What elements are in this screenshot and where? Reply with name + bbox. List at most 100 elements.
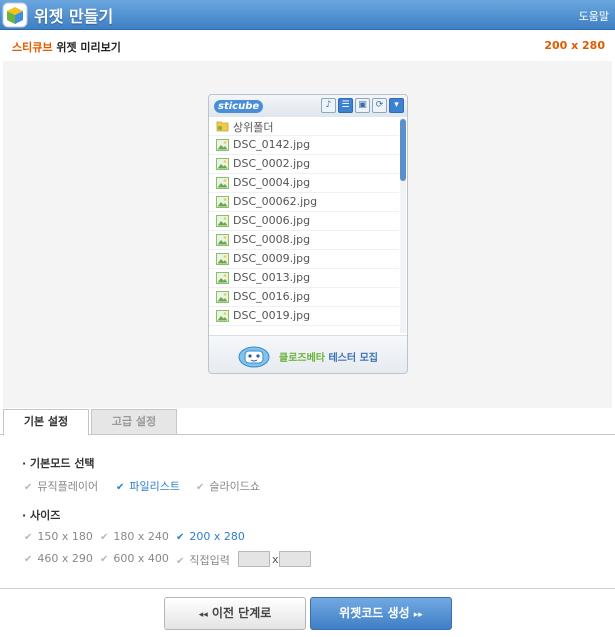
- image-file-icon: [216, 234, 229, 246]
- prev-step-label: 이전 단계로: [211, 606, 272, 620]
- settings-tabs: 기본 설정 고급 설정: [0, 408, 615, 436]
- parent-folder-row[interactable]: 상위폴더: [209, 117, 399, 136]
- folder-icon: [216, 121, 229, 132]
- check-icon: ✔: [176, 556, 185, 567]
- sticube-logo: sticube: [214, 100, 264, 113]
- mode-option-music[interactable]: ✔ 뮤직플레이어: [24, 478, 98, 494]
- size-option-label: 200 x 280: [189, 530, 245, 543]
- list-icon[interactable]: ☰: [338, 98, 353, 113]
- generate-code-button[interactable]: 위젯코드 생성 ▸▸: [310, 597, 452, 630]
- image-file-icon: [216, 177, 229, 189]
- slide-icon[interactable]: ▣: [355, 98, 370, 113]
- file-row[interactable]: DSC_0004.jpg: [209, 174, 399, 193]
- widget-footer: 클로즈베타 테스터 모집: [209, 335, 407, 373]
- size-option-200x280[interactable]: ✔ 200 x 280: [176, 530, 245, 543]
- file-row[interactable]: DSC_00062.jpg: [209, 193, 399, 212]
- preview-header: 스티큐브 위젯 미리보기 200 x 280: [0, 31, 615, 61]
- divider: [0, 588, 615, 589]
- music-icon[interactable]: ♪: [321, 98, 336, 113]
- check-icon: ✔: [24, 554, 33, 565]
- window-title: 위젯 만들기: [34, 7, 114, 26]
- file-row[interactable]: DSC_0142.jpg: [209, 136, 399, 155]
- size-option-label: 직접입력: [189, 554, 230, 567]
- widget-mode-buttons: ♪ ☰ ▣ ⟳ ▾: [321, 98, 404, 113]
- chevron-down-icon[interactable]: ▾: [389, 98, 404, 113]
- file-row[interactable]: DSC_0019.jpg: [209, 307, 399, 326]
- check-icon: ✔: [24, 532, 33, 543]
- check-icon: ✔: [100, 532, 109, 543]
- file-row[interactable]: DSC_0002.jpg: [209, 155, 399, 174]
- size-option-label: 600 x 400: [113, 552, 169, 565]
- file-name: DSC_0004.jpg: [233, 176, 311, 189]
- file-name: DSC_0019.jpg: [233, 309, 311, 322]
- double-chevron-left-icon: ◂◂: [198, 610, 208, 620]
- size-option-150x180[interactable]: ✔ 150 x 180: [24, 530, 93, 543]
- file-list: 상위폴더 DSC_0142.jpg DSC_0002.jpg DSC_0004.jp…: [209, 117, 407, 333]
- refresh-icon[interactable]: ⟳: [372, 98, 387, 113]
- file-name: DSC_0142.jpg: [233, 138, 311, 151]
- preview-area: sticube ♪ ☰ ▣ ⟳ ▾ 상위폴더 DSC_0142.jpg DSC_0…: [3, 61, 612, 408]
- widget-preview: sticube ♪ ☰ ▣ ⟳ ▾ 상위폴더 DSC_0142.jpg DSC_0…: [208, 94, 408, 374]
- scrollbar-thumb[interactable]: [400, 119, 406, 181]
- file-row[interactable]: DSC_0013.jpg: [209, 269, 399, 288]
- file-name: DSC_0002.jpg: [233, 157, 311, 170]
- size-option-180x240[interactable]: ✔ 180 x 240: [100, 530, 169, 543]
- widget-header: sticube ♪ ☰ ▣ ⟳ ▾: [209, 95, 407, 117]
- file-row[interactable]: DSC_0008.jpg: [209, 231, 399, 250]
- tab-basic-settings[interactable]: 기본 설정: [3, 409, 89, 436]
- file-name: DSC_0006.jpg: [233, 214, 311, 227]
- preview-size: 200 x 280: [544, 39, 605, 52]
- size-option-label: 150 x 180: [37, 530, 93, 543]
- custom-width-input[interactable]: [238, 551, 270, 567]
- mode-option-filelist-label: 파일리스트: [129, 480, 180, 493]
- footer-promo-green: 클로즈베타: [279, 353, 325, 364]
- preview-title: 스티큐브 위젯 미리보기: [12, 39, 121, 55]
- brand-name: 스티큐브: [12, 41, 53, 54]
- file-name: DSC_0008.jpg: [233, 233, 311, 246]
- mode-option-slideshow[interactable]: ✔ 슬라이드쇼: [196, 478, 260, 494]
- cube-icon: [2, 2, 28, 28]
- check-icon: ✔: [116, 482, 125, 493]
- image-file-icon: [216, 139, 229, 151]
- mode-section-label: · 기본모드 선택: [22, 457, 95, 470]
- file-name: DSC_0009.jpg: [233, 252, 311, 265]
- mode-option-music-label: 뮤직플레이어: [37, 480, 99, 493]
- check-icon: ✔: [100, 554, 109, 565]
- help-link[interactable]: 도움말: [579, 8, 609, 24]
- prev-step-button[interactable]: ◂◂ 이전 단계로: [164, 597, 306, 630]
- image-file-icon: [216, 196, 229, 208]
- file-name: DSC_0016.jpg: [233, 290, 311, 303]
- image-file-icon: [216, 310, 229, 322]
- custom-height-input[interactable]: [279, 551, 311, 567]
- image-file-icon: [216, 158, 229, 170]
- parent-folder-label: 상위폴더: [233, 121, 274, 134]
- preview-label: 위젯 미리보기: [56, 41, 121, 54]
- image-file-icon: [216, 215, 229, 227]
- size-option-460x290[interactable]: ✔ 460 x 290: [24, 552, 93, 565]
- file-row[interactable]: DSC_0016.jpg: [209, 288, 399, 307]
- title-bar: 위젯 만들기 도움말: [0, 0, 615, 30]
- mascot-icon: [238, 346, 270, 368]
- tab-advanced-settings[interactable]: 고급 설정: [91, 409, 177, 435]
- file-row[interactable]: DSC_0006.jpg: [209, 212, 399, 231]
- size-option-label: 460 x 290: [37, 552, 93, 565]
- custom-size-separator: x: [272, 553, 279, 566]
- size-option-600x400[interactable]: ✔ 600 x 400: [100, 552, 169, 565]
- footer-promo-blue: 테스터 모집: [325, 353, 378, 364]
- file-name: DSC_0013.jpg: [233, 271, 311, 284]
- image-file-icon: [216, 253, 229, 265]
- mode-option-filelist[interactable]: ✔ 파일리스트: [116, 478, 180, 494]
- size-section-label: · 사이즈: [22, 509, 61, 522]
- footer-promo[interactable]: 클로즈베타 테스터 모집: [279, 349, 378, 364]
- image-file-icon: [216, 291, 229, 303]
- file-row[interactable]: DSC_0009.jpg: [209, 250, 399, 269]
- image-file-icon: [216, 272, 229, 284]
- size-option-custom[interactable]: ✔ 직접입력: [176, 552, 230, 568]
- generate-code-label: 위젯코드 생성: [339, 606, 410, 620]
- check-icon: ✔: [176, 532, 185, 543]
- check-icon: ✔: [24, 482, 33, 493]
- size-option-label: 180 x 240: [113, 530, 169, 543]
- file-name: DSC_00062.jpg: [233, 195, 318, 208]
- mode-option-slideshow-label: 슬라이드쇼: [209, 480, 260, 493]
- check-icon: ✔: [196, 482, 205, 493]
